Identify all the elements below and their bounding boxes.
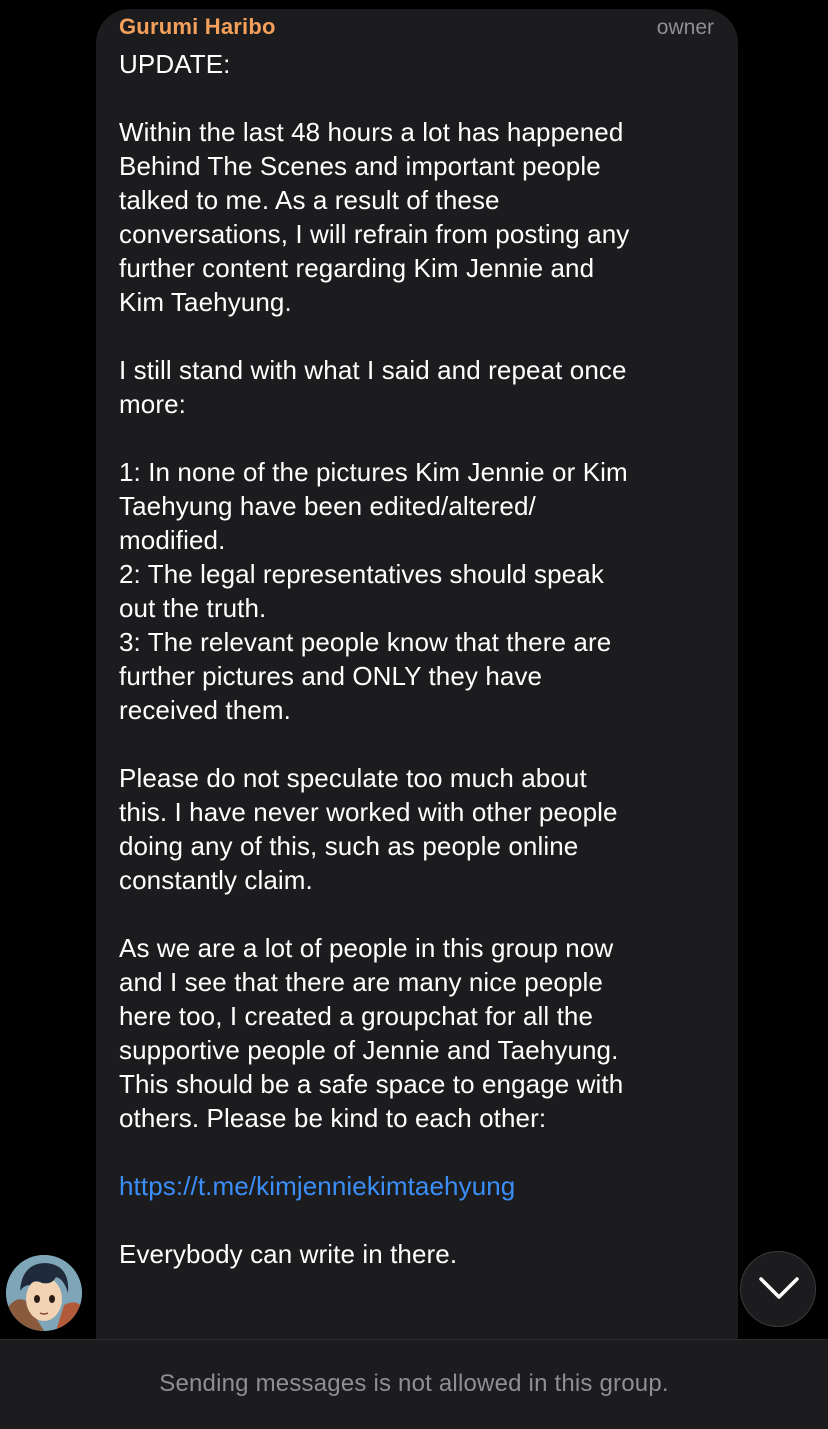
scroll-down-button[interactable] [740, 1251, 816, 1327]
message-line: I still stand with what I said and repea… [119, 355, 627, 385]
message-line: UPDATE: [119, 49, 231, 79]
message-line: This should be a safe space to engage wi… [119, 1069, 624, 1099]
chevron-down-icon [759, 1277, 799, 1299]
message-line: Taehyung have been edited/altered/ [119, 491, 536, 521]
message-line: out the truth. [119, 593, 267, 623]
message-line: Everybody can write in there. [119, 1239, 458, 1269]
chat-view[interactable]: Gurumi Haribo owner UPDATE: Within the la… [0, 0, 828, 1339]
message-line: Kim Taehyung. [119, 287, 292, 317]
message-line: Please do not speculate too much about [119, 763, 587, 793]
sender-name[interactable]: Gurumi Haribo [119, 14, 276, 40]
message-line: further content regarding Kim Jennie and [119, 253, 595, 283]
message-line: Behind The Scenes and important people [119, 151, 601, 181]
avatar[interactable] [6, 1255, 82, 1331]
sender-role-badge: owner [656, 16, 714, 39]
composer-disabled-bar: Sending messages is not allowed in this … [0, 1339, 828, 1429]
group-invite-link[interactable]: https://t.me/kimjenniekimtaehyung [119, 1169, 719, 1203]
message-text: UPDATE: Within the last 48 hours a lot ha… [119, 47, 719, 1271]
message-line: As we are a lot of people in this group … [119, 933, 614, 963]
message-line: supportive people of Jennie and Taehyung… [119, 1035, 619, 1065]
message-line: 1: In none of the pictures Kim Jennie or… [119, 457, 628, 487]
message-line: here too, I created a groupchat for all … [119, 1001, 594, 1031]
message-line: 3: The relevant people know that there a… [119, 627, 612, 657]
message-line: doing any of this, such as people online [119, 831, 579, 861]
message-line: others. Please be kind to each other: [119, 1103, 547, 1133]
message-line: conversations, I will refrain from posti… [119, 219, 630, 249]
message-line: 2: The legal representatives should spea… [119, 559, 604, 589]
message-line: Within the last 48 hours a lot has happe… [119, 117, 624, 147]
message-line: further pictures and ONLY they have [119, 661, 543, 691]
message-line: more: [119, 389, 186, 419]
message-line: received them. [119, 695, 291, 725]
message-line: talked to me. As a result of these [119, 185, 500, 215]
message-line: modified. [119, 525, 226, 555]
avatar-image [6, 1255, 82, 1331]
message-line: constantly claim. [119, 865, 313, 895]
message-line: and I see that there are many nice peopl… [119, 967, 603, 997]
sending-disabled-notice: Sending messages is not allowed in this … [159, 1370, 669, 1397]
message-line: this. I have never worked with other peo… [119, 797, 618, 827]
